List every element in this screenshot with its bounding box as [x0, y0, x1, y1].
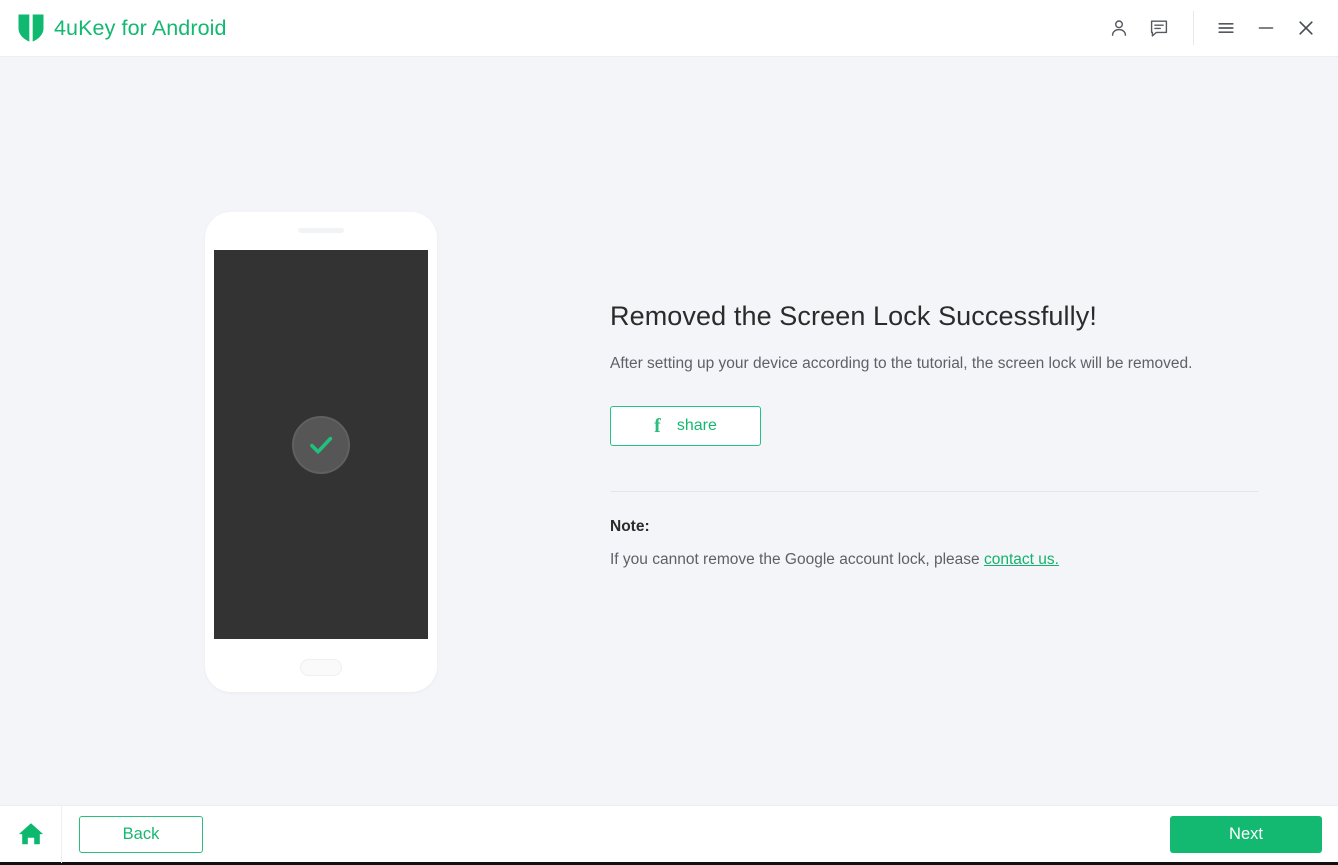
app-title: 4uKey for Android [54, 15, 227, 40]
back-button[interactable]: Back [79, 815, 203, 853]
facebook-share-button[interactable]: f share [610, 405, 761, 446]
home-icon[interactable] [0, 805, 62, 863]
account-icon[interactable] [1099, 7, 1139, 49]
close-icon[interactable] [1286, 7, 1326, 49]
page-title: Removed the Screen Lock Successfully! [610, 301, 1097, 331]
facebook-f-icon: f [654, 414, 661, 437]
phone-home-button [300, 659, 342, 676]
main-content-area: Removed the Screen Lock Successfully! Af… [0, 57, 1338, 805]
page-description: After setting up your device according t… [610, 354, 1193, 372]
header-separator [1193, 11, 1194, 45]
minimize-icon[interactable] [1246, 7, 1286, 49]
app-window: 4uKey for Android Removed the Screen Loc… [0, 0, 1338, 865]
feedback-icon[interactable] [1139, 7, 1179, 49]
section-divider [610, 490, 1258, 492]
success-panel: Removed the Screen Lock Successfully! Af… [610, 300, 1260, 569]
brand: 4uKey for Android [18, 13, 227, 43]
note-text-body: If you cannot remove the Google account … [610, 550, 984, 568]
share-button-label: share [676, 416, 717, 434]
note-text: If you cannot remove the Google account … [610, 551, 1260, 569]
note-label: Note: [610, 517, 650, 535]
menu-icon[interactable] [1206, 7, 1246, 49]
shield-logo-icon [18, 13, 44, 43]
window-controls [1099, 0, 1326, 56]
footer-bar: Back Next [0, 805, 1338, 863]
check-circle-icon [292, 415, 350, 474]
phone-illustration [205, 212, 437, 692]
contact-us-link[interactable]: contact us. [984, 551, 1059, 568]
next-button[interactable]: Next [1170, 815, 1322, 853]
phone-speaker [298, 228, 344, 233]
title-bar: 4uKey for Android [0, 0, 1338, 57]
phone-screen [214, 250, 428, 639]
